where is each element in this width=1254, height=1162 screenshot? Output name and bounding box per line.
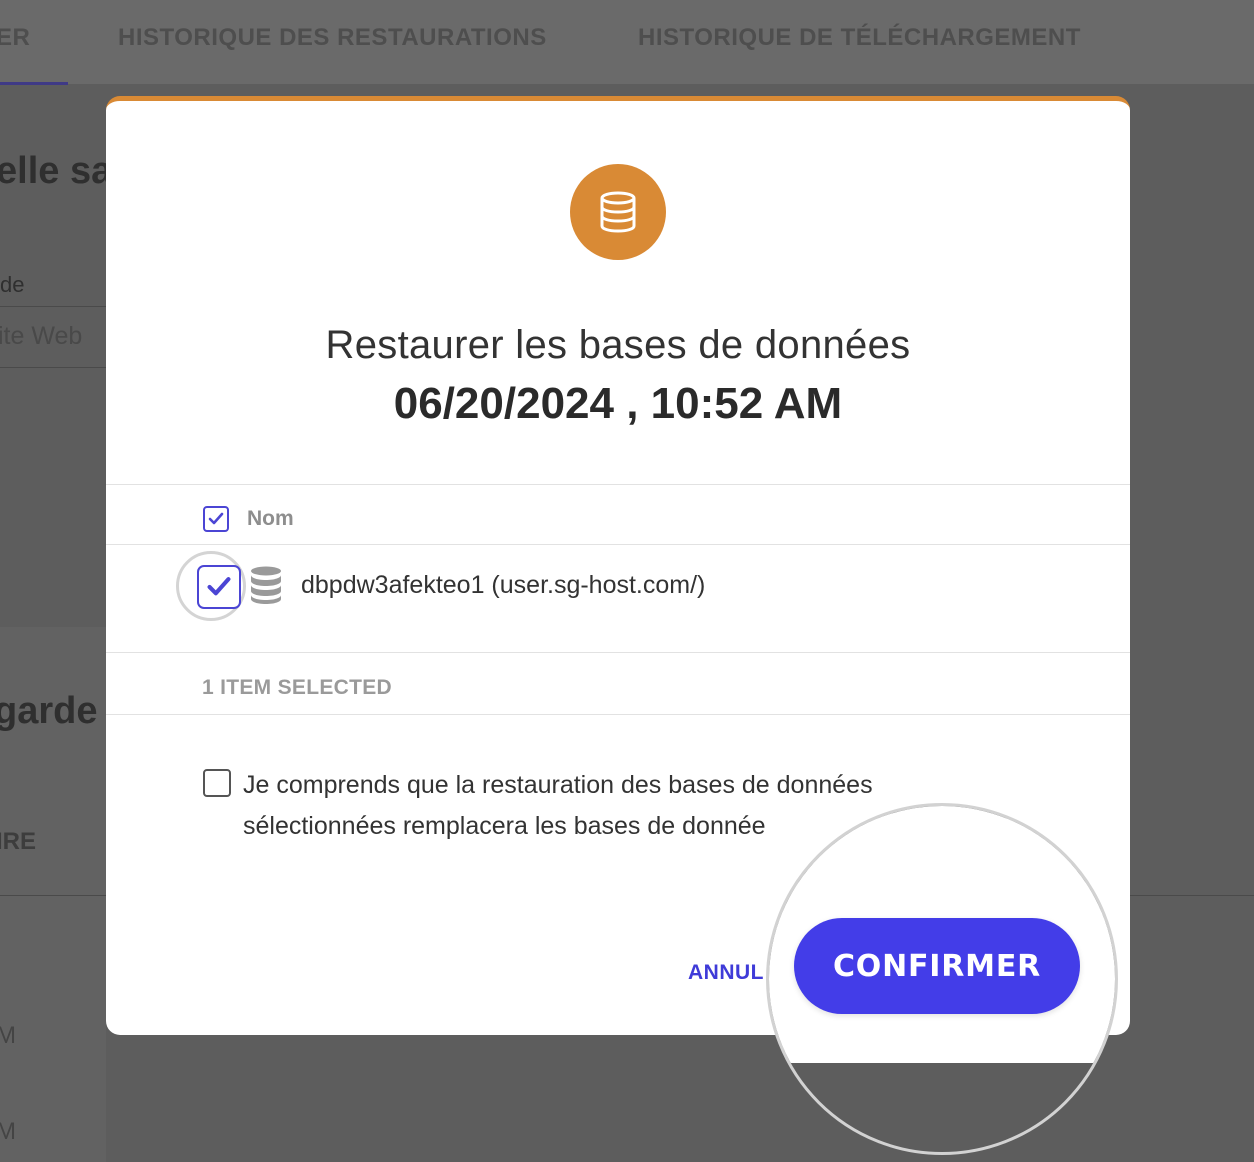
cancel-button[interactable]: ANNUL: [688, 961, 764, 985]
background-row-time: M: [0, 1118, 16, 1145]
confirm-button[interactable]: CONFIRMER: [794, 918, 1080, 1014]
database-icon: [600, 191, 636, 233]
database-badge: [570, 164, 666, 260]
selected-count: 1 ITEM SELECTED: [202, 676, 393, 699]
background-divider: [0, 306, 106, 307]
background-heading: elle sa: [0, 150, 113, 192]
background-row-time: M: [0, 1022, 16, 1049]
tab-restore-history[interactable]: HISTORIQUE DES RESTAURATIONS: [118, 24, 547, 52]
background-field-value[interactable]: ite Web: [0, 322, 82, 351]
background-divider: [0, 367, 106, 368]
tab-backups[interactable]: ER: [0, 24, 30, 52]
divider: [106, 652, 1130, 653]
background-heading-2: garde: [0, 690, 98, 732]
backup-datetime: 06/20/2024 , 10:52 AM: [393, 379, 843, 428]
divider: [106, 544, 1130, 545]
database-row-label: dbpdw3afekteo1 (user.sg-host.com/): [301, 571, 706, 599]
background-field-label: de: [0, 272, 25, 297]
tab-download-history[interactable]: HISTORIQUE DE TÉLÉCHARGEMENT: [638, 24, 1081, 52]
dialog-title: Restaurer les bases de données: [325, 323, 911, 367]
database-icon: [251, 566, 281, 604]
active-tab-indicator: [0, 82, 68, 85]
checkmark-icon: [207, 577, 231, 596]
divider: [106, 714, 1130, 715]
consent-checkbox[interactable]: [203, 769, 231, 797]
column-header-name: Nom: [247, 507, 294, 530]
divider: [106, 484, 1130, 485]
select-all-checkbox[interactable]: [203, 506, 229, 532]
background-column-header: IRE: [0, 828, 37, 855]
checkmark-icon: [208, 512, 224, 525]
row-checkbox[interactable]: [197, 565, 241, 609]
